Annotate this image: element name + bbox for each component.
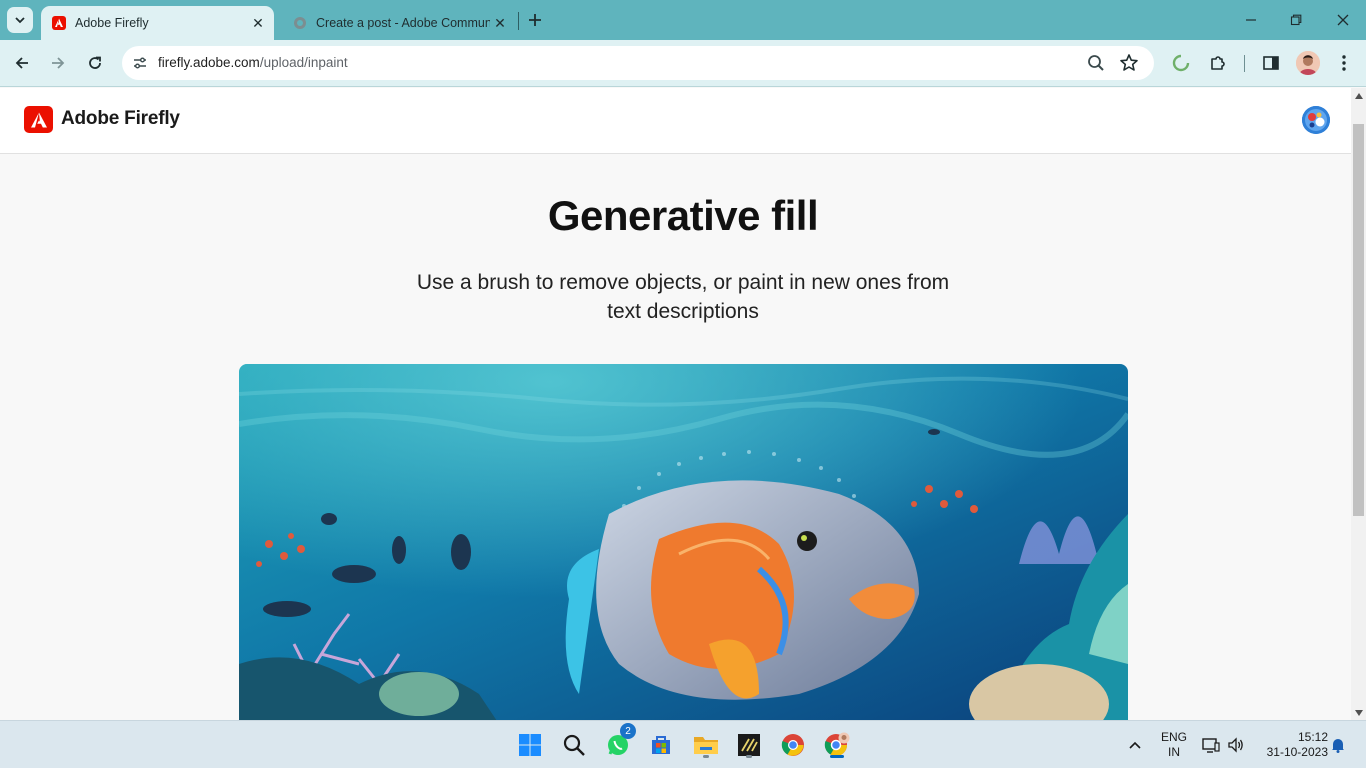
active-indicator — [830, 755, 844, 758]
forward-button[interactable] — [44, 49, 72, 77]
back-button[interactable] — [8, 49, 36, 77]
scroll-down-button[interactable] — [1351, 705, 1366, 720]
caret-down-icon — [1354, 709, 1363, 716]
running-indicator — [703, 755, 709, 758]
windows-start-icon — [519, 734, 541, 756]
system-clock[interactable]: 15:12 31-10-2023 — [1256, 730, 1328, 760]
close-tab-icon[interactable]: ✕ — [248, 13, 268, 33]
tab-title: Create a post - Adobe Community — [316, 16, 490, 30]
user-avatar-icon — [1302, 106, 1330, 134]
scroll-thumb[interactable] — [1353, 124, 1364, 516]
profile-avatar[interactable] — [1296, 51, 1320, 75]
page-subtitle: Use a brush to remove objects, or paint … — [416, 271, 950, 323]
chevron-down-icon — [15, 17, 25, 24]
puzzle-icon — [1211, 56, 1225, 70]
chrome-icon — [781, 734, 804, 756]
tab-divider — [518, 12, 519, 30]
clock-time: 15:12 — [1297, 730, 1328, 744]
bell-icon — [1332, 739, 1344, 753]
folder-icon — [694, 737, 718, 754]
spinner-icon — [1172, 54, 1190, 72]
adobe-logo-icon[interactable] — [24, 106, 53, 133]
close-window-button[interactable] — [1320, 0, 1366, 40]
notification-center[interactable] — [1328, 729, 1348, 761]
notification-badge: 2 — [620, 723, 636, 739]
url-host: firefly.adobe.com — [158, 55, 260, 70]
chevron-up-icon — [1129, 741, 1141, 749]
language-code: ENG — [1160, 730, 1187, 744]
speaker-icon — [1228, 737, 1243, 753]
taskbar-store[interactable] — [645, 729, 677, 761]
adobe-favicon-icon — [52, 16, 66, 30]
browser-toolbar: firefly.adobe.com/upload/inpaint — [0, 40, 1366, 87]
underwater-fish-image — [239, 364, 1128, 720]
region-code: IN — [1168, 745, 1180, 759]
input-language[interactable]: ENG IN — [1158, 730, 1190, 760]
side-panel-icon — [1263, 56, 1279, 70]
page-scrollbar[interactable] — [1351, 88, 1366, 720]
page-title: Generative fill — [547, 192, 819, 239]
restore-button[interactable] — [1273, 0, 1319, 40]
close-icon — [1337, 14, 1349, 26]
tune-icon — [134, 57, 146, 69]
reload-button[interactable] — [81, 49, 109, 77]
taskbar-chrome-profile[interactable] — [821, 729, 853, 761]
url-text: firefly.adobe.com/upload/inpaint — [158, 55, 348, 70]
tab-title: Adobe Firefly — [75, 16, 149, 30]
taskbar-whatsapp[interactable]: 2 — [602, 723, 636, 761]
running-indicator — [746, 755, 752, 758]
plus-icon — [529, 14, 541, 26]
taskbar-file-explorer[interactable] — [690, 729, 722, 761]
taskbar-chrome[interactable] — [777, 729, 809, 761]
clock-date: 31-10-2023 — [1266, 745, 1328, 759]
volume-status[interactable] — [1224, 729, 1248, 761]
brand-name[interactable]: Adobe Firefly — [61, 108, 180, 130]
taskbar-terminal-app[interactable] — [733, 729, 765, 761]
extensions-button[interactable] — [1208, 53, 1228, 73]
restore-icon — [1290, 14, 1302, 26]
profile-photo-icon — [1296, 51, 1320, 75]
toolbar-divider — [1244, 55, 1245, 72]
scroll-up-button[interactable] — [1351, 88, 1366, 103]
tab-adobe-firefly[interactable]: Adobe Firefly ✕ — [41, 6, 274, 40]
new-tab-button[interactable] — [524, 9, 546, 31]
terminal-icon — [738, 734, 760, 756]
sample-image[interactable] — [239, 364, 1128, 720]
close-tab-icon[interactable]: ✕ — [490, 13, 510, 33]
tab-search-button[interactable] — [7, 7, 33, 33]
firefly-header: Adobe Firefly — [0, 88, 1351, 154]
minimize-icon — [1246, 19, 1256, 21]
community-favicon-icon — [294, 17, 306, 29]
minimize-button[interactable] — [1228, 0, 1274, 40]
store-icon — [652, 736, 670, 754]
network-status[interactable] — [1199, 729, 1223, 761]
bookmark-star-icon[interactable] — [1119, 53, 1139, 73]
more-vertical-icon — [1342, 55, 1346, 71]
url-path: /upload/inpaint — [259, 55, 348, 70]
adobe-a-icon — [30, 112, 47, 127]
chrome-menu-button[interactable] — [1334, 53, 1354, 73]
show-hidden-icons-button[interactable] — [1120, 729, 1150, 761]
user-avatar[interactable] — [1302, 106, 1330, 134]
arrow-left-icon — [15, 57, 28, 69]
reload-icon — [89, 56, 101, 69]
address-bar[interactable]: firefly.adobe.com/upload/inpaint — [122, 46, 1154, 80]
taskbar-search-button[interactable] — [558, 729, 590, 761]
network-icon — [1202, 738, 1220, 753]
start-button[interactable] — [514, 729, 546, 761]
side-panel-button[interactable] — [1261, 53, 1281, 73]
extension-loading-icon[interactable] — [1171, 53, 1191, 73]
arrow-right-icon — [52, 57, 65, 69]
zoom-icon[interactable] — [1086, 53, 1106, 73]
search-icon — [563, 734, 585, 756]
tab-strip: Adobe Firefly ✕ Create a post - Adobe Co… — [0, 0, 1366, 40]
page-content: Adobe Firefly Generative fill Use a brus… — [0, 88, 1351, 720]
site-info-button[interactable] — [128, 51, 152, 75]
tab-adobe-community[interactable]: Create a post - Adobe Community ✕ — [282, 6, 516, 40]
windows-taskbar: 2 ENG IN 15:12 31-10-2023 — [0, 720, 1366, 768]
caret-up-icon — [1354, 92, 1363, 99]
